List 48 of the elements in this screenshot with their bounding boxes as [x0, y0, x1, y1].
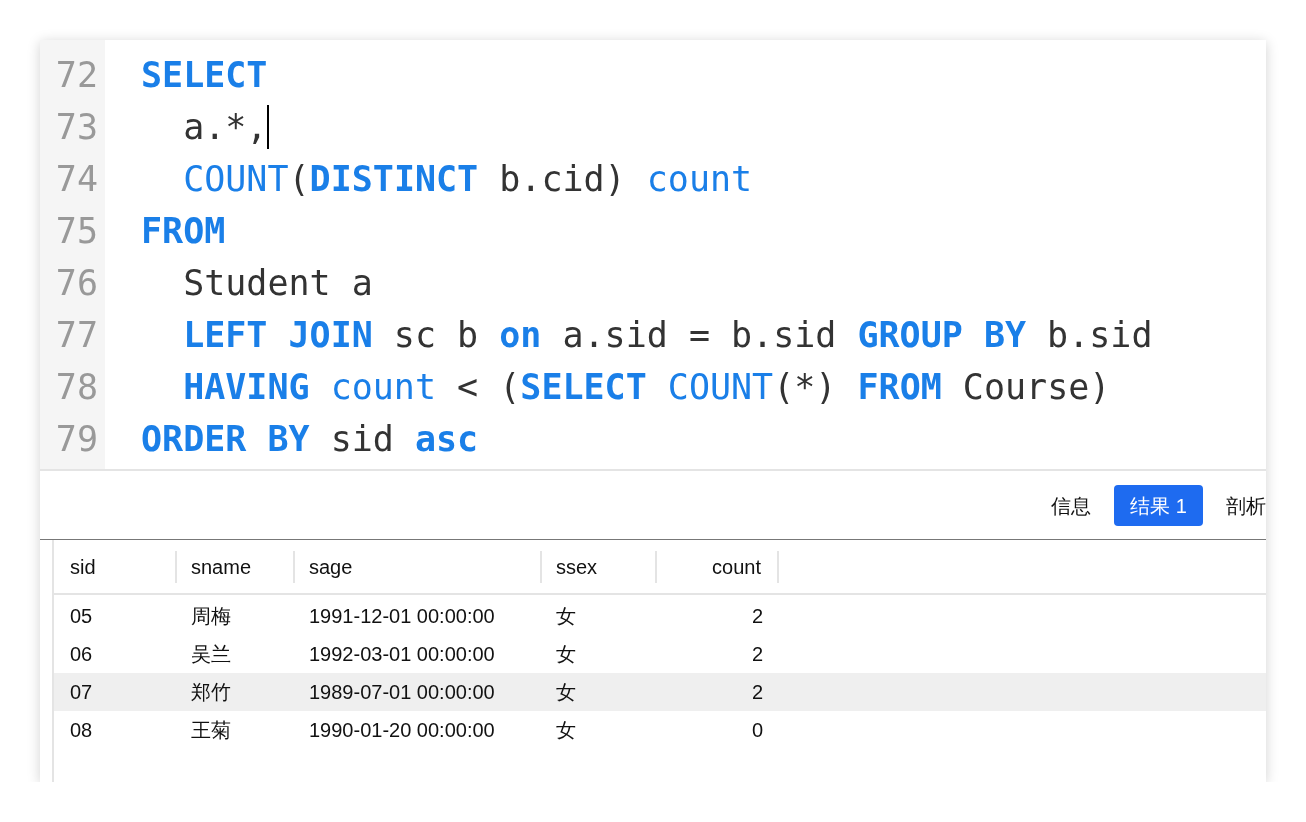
code-line: LEFT JOIN sc b on a.sid = b.sid GROUP BY b.sid [182, 314, 1153, 357]
table-cell-text: 王菊 [190, 718, 232, 743]
table-cell-text: 07 [69, 680, 94, 705]
line-number: 73 [54, 106, 98, 149]
result-tab[interactable]: 信息 [1039, 484, 1104, 526]
column-header[interactable]: sid [54, 550, 177, 583]
table-cell-text: 2 [750, 604, 764, 629]
table-cell-text: 1990-01-20 00:00:00 [308, 718, 496, 743]
table-cell-text: 08 [69, 718, 94, 743]
table-row[interactable]: 07 郑竹 1989-07-01 00:00:00 女 2 [54, 673, 1266, 711]
table-cell-text: 0 [750, 718, 764, 743]
table-cell-text: 女 [555, 604, 577, 629]
column-header[interactable]: sname [177, 550, 295, 583]
table-cell-text: 郑竹 [190, 680, 232, 705]
code-line: COUNT(DISTINCT b.cid) count [182, 158, 753, 201]
table-cell-text: 周梅 [190, 604, 232, 629]
code-line: FROM [141, 210, 226, 253]
table-cell-text: 女 [555, 718, 577, 743]
table-row[interactable]: 05 周梅 1991-12-01 00:00:00 女 2 [54, 597, 1266, 635]
column-header[interactable]: sage [295, 550, 542, 583]
line-number: 79 [54, 418, 98, 461]
table-cell-text: 1991-12-01 00:00:00 [308, 604, 496, 629]
result-tab[interactable]: 剖析 [1214, 484, 1266, 526]
column-header[interactable]: count [657, 550, 779, 583]
code-line: HAVING count < (SELECT COUNT(*) FROM Course) [182, 366, 1111, 409]
table-cell-text: 女 [555, 680, 577, 705]
table-cell-text: 05 [69, 604, 94, 629]
line-number: 75 [54, 210, 98, 253]
table-cell-text: 吴兰 [190, 642, 232, 667]
line-number: 76 [54, 262, 98, 305]
code-line: SELECT [141, 54, 268, 97]
code-line: Student a [182, 262, 373, 305]
result-tab[interactable]: 结果 1 [1114, 484, 1203, 526]
line-number: 78 [54, 366, 98, 409]
code-line: ORDER BY sid asc [141, 418, 479, 461]
table-cell-text: 1992-03-01 00:00:00 [308, 642, 496, 667]
table-cell-text: 06 [69, 642, 94, 667]
table-cell-text: 2 [750, 642, 764, 667]
table-cell-text: 1989-07-01 00:00:00 [308, 680, 496, 705]
table-row[interactable]: 08 王菊 1990-01-20 00:00:00 女 0 [54, 711, 1266, 749]
table-row[interactable]: 06 吴兰 1992-03-01 00:00:00 女 2 [54, 635, 1266, 673]
line-number: 74 [54, 158, 98, 201]
line-number: 72 [54, 54, 98, 97]
column-header[interactable]: ssex [542, 550, 657, 583]
line-number: 77 [54, 314, 98, 357]
code-line: a.*, [182, 106, 268, 149]
table-cell-text: 女 [555, 642, 577, 667]
table-cell-text: 2 [750, 680, 764, 705]
